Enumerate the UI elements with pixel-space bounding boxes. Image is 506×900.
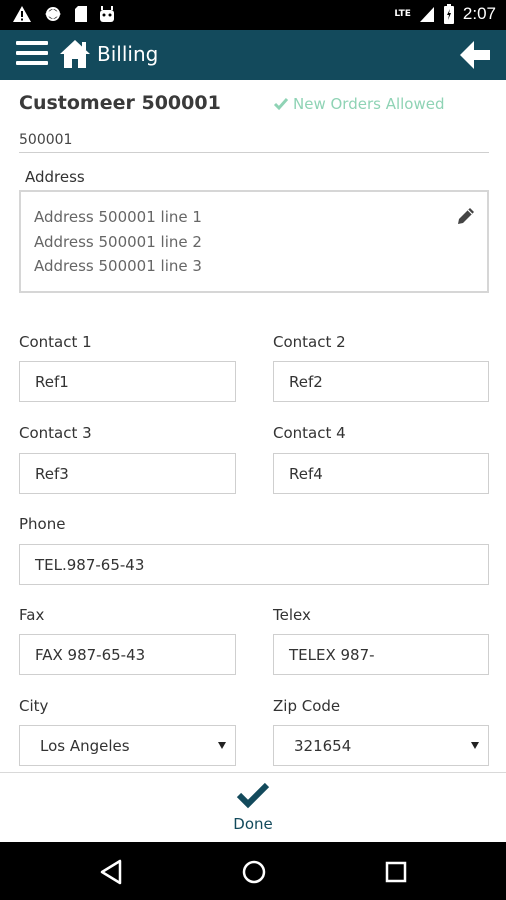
customer-status-label: New Orders Allowed xyxy=(293,95,445,113)
zip-select[interactable]: 321654 xyxy=(273,725,489,766)
action-bar: Done xyxy=(0,772,506,842)
status-bar-system: LTE 2:07 xyxy=(394,4,496,24)
billing-form: Customeer 500001 New Orders Allowed 5000… xyxy=(0,80,506,772)
contact4-label: Contact 4 xyxy=(273,424,346,442)
contact2-label: Contact 2 xyxy=(273,333,346,351)
address-line-3: Address 500001 line 3 xyxy=(34,257,202,275)
city-select[interactable]: Los Angeles xyxy=(19,725,236,766)
dropdown-arrow-icon xyxy=(218,742,226,749)
app-bar: Billing xyxy=(0,30,506,80)
status-bar-notifications xyxy=(12,5,116,23)
city-label: City xyxy=(19,697,49,715)
recents-square-icon[interactable] xyxy=(382,858,410,886)
customer-name: Customeer 500001 xyxy=(19,92,221,114)
address-box: Address 500001 line 1 Address 500001 lin… xyxy=(19,190,489,293)
contact4-field[interactable]: Ref4 xyxy=(273,453,489,494)
telex-field[interactable]: TELEX 987- xyxy=(273,634,489,675)
customer-id: 500001 xyxy=(19,132,73,148)
menu-icon[interactable] xyxy=(16,41,48,69)
back-arrow-icon[interactable] xyxy=(458,39,492,71)
checkmark-icon xyxy=(236,782,270,809)
done-label: Done xyxy=(233,815,273,833)
contact3-field[interactable]: Ref3 xyxy=(19,453,236,494)
phone-label: Phone xyxy=(19,515,66,533)
warning-icon xyxy=(13,6,31,22)
check-icon xyxy=(273,98,289,111)
clock: 2:07 xyxy=(462,4,496,23)
contact1-field[interactable]: Ref1 xyxy=(19,361,236,402)
sd-card-icon xyxy=(75,6,87,22)
android-icon xyxy=(100,6,114,22)
status-bar: LTE 2:07 xyxy=(0,0,506,30)
telex-label: Telex xyxy=(273,606,311,624)
sync-icon xyxy=(45,7,61,21)
contact2-field[interactable]: Ref2 xyxy=(273,361,489,402)
zip-label: Zip Code xyxy=(273,697,341,715)
divider xyxy=(19,152,489,153)
address-line-1: Address 500001 line 1 xyxy=(34,208,202,226)
dropdown-arrow-icon xyxy=(471,742,479,749)
home-circle-icon[interactable] xyxy=(240,858,268,886)
navigation-bar xyxy=(0,842,506,900)
page-title: Billing xyxy=(97,42,159,66)
fax-field[interactable]: FAX 987-65-43 xyxy=(19,634,236,675)
address-line-2: Address 500001 line 2 xyxy=(34,233,202,251)
contact3-label: Contact 3 xyxy=(19,424,92,442)
home-icon[interactable] xyxy=(58,38,92,70)
edit-pencil-icon[interactable] xyxy=(457,207,475,225)
back-triangle-icon[interactable] xyxy=(98,858,126,886)
address-label: Address xyxy=(25,168,85,186)
network-type: LTE xyxy=(394,9,411,19)
signal-icon xyxy=(419,7,434,22)
contact1-label: Contact 1 xyxy=(19,333,92,351)
phone-field[interactable]: TEL.987-65-43 xyxy=(19,544,489,585)
city-value: Los Angeles xyxy=(40,736,130,755)
customer-status: New Orders Allowed xyxy=(273,95,445,113)
zip-value: 321654 xyxy=(294,736,352,755)
fax-label: Fax xyxy=(19,606,45,624)
battery-icon xyxy=(443,4,454,24)
done-button[interactable]: Done xyxy=(223,781,283,839)
